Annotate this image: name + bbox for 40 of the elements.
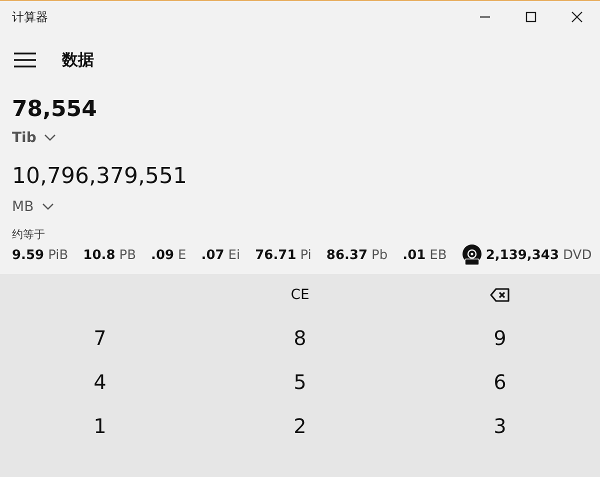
approx-unit: EB	[430, 248, 447, 262]
close-icon[interactable]	[571, 11, 583, 23]
approx-value: 76.71	[255, 248, 296, 262]
approx-value: .01	[402, 248, 426, 262]
unit-dropdown[interactable]: Tib	[12, 130, 56, 146]
menu-icon[interactable]	[14, 52, 36, 68]
digit-button[interactable]: 3	[400, 404, 600, 448]
digit-button[interactable]: 6	[400, 360, 600, 404]
digit-button[interactable]: 4	[0, 360, 200, 404]
clear-entry-button[interactable]: CE	[200, 274, 400, 316]
approx-unit: Ei	[228, 248, 240, 262]
input-value[interactable]: 78,554	[12, 97, 97, 122]
approx-unit: PiB	[48, 248, 68, 262]
approx-value: 86.37	[326, 248, 368, 262]
digit-button[interactable]: 1	[0, 404, 200, 448]
digit-button[interactable]: 5	[200, 360, 400, 404]
approx-unit: Pi	[300, 248, 312, 262]
digit-button[interactable]: 2	[200, 404, 400, 448]
disc-icon	[462, 244, 482, 266]
maximize-icon[interactable]	[525, 11, 537, 23]
approx-label: 约等于	[12, 227, 45, 242]
output-value: 10,796,379,551	[12, 164, 187, 189]
approx-unit: Pb	[372, 248, 388, 262]
approx-value: 10.8	[83, 248, 116, 262]
approx-value: 2,139,343	[486, 248, 560, 262]
approx-unit: DVD	[563, 248, 592, 262]
approx-unit: PB	[119, 248, 136, 262]
approx-unit: E	[178, 248, 186, 262]
window-title: 计算器	[12, 8, 48, 26]
digit-button[interactable]: 9	[400, 316, 600, 360]
digit-button[interactable]: 8	[200, 316, 400, 360]
backspace-icon	[490, 288, 510, 302]
unit-dropdown[interactable]: MB	[12, 199, 54, 215]
approx-value: .07	[201, 248, 224, 262]
approx-value: .09	[151, 248, 174, 262]
digit-button[interactable]: 7	[0, 316, 200, 360]
chevron-down-icon	[42, 203, 54, 211]
approx-value: 9.59	[12, 248, 44, 262]
page-title: 数据	[62, 50, 94, 70]
chevron-down-icon	[44, 134, 56, 142]
